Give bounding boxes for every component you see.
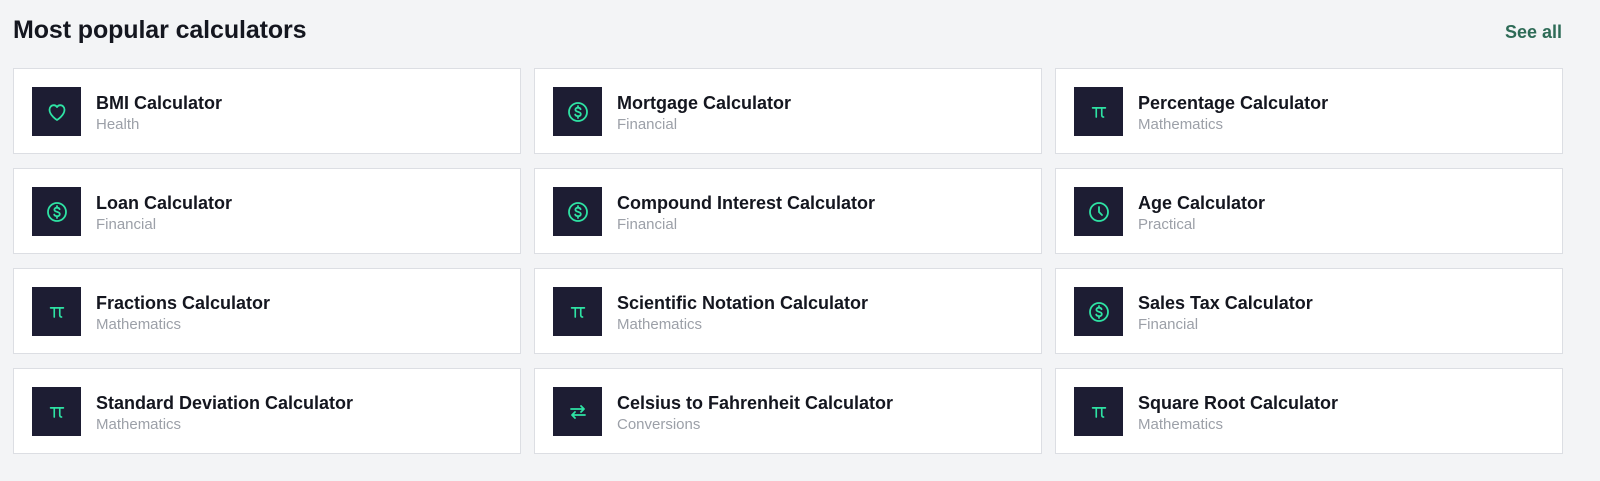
calculator-name: Sales Tax Calculator [1138, 293, 1313, 313]
calculator-icon-box [553, 187, 602, 236]
section-title: Most popular calculators [13, 16, 307, 44]
calculator-card[interactable]: Celsius to Fahrenheit Calculator Convers… [534, 368, 1042, 454]
calculator-card[interactable]: Fractions Calculator Mathematics [13, 268, 521, 354]
see-all-link[interactable]: See all [1505, 22, 1562, 43]
calculator-name: BMI Calculator [96, 93, 223, 113]
calculator-card[interactable]: Loan Calculator Financial [13, 168, 521, 254]
calculator-card[interactable]: Age Calculator Practical [1055, 168, 1563, 254]
calculator-category: Practical [1138, 216, 1196, 233]
calculator-category: Financial [617, 116, 678, 133]
calculator-icon-box [32, 87, 81, 136]
calculator-category: Financial [1138, 316, 1199, 333]
calculator-name: Standard Deviation Calculator [96, 393, 354, 413]
calculator-card[interactable]: Scientific Notation Calculator Mathemati… [534, 268, 1042, 354]
pi-icon [1088, 101, 1110, 123]
calculator-card[interactable]: Standard Deviation Calculator Mathematic… [13, 368, 521, 454]
heart-icon [45, 100, 69, 124]
pi-icon [1088, 401, 1110, 423]
calculator-category: Mathematics [96, 316, 182, 333]
calculator-icon-box [1074, 187, 1123, 236]
pi-icon [46, 301, 68, 323]
calculator-name: Celsius to Fahrenheit Calculator [617, 393, 894, 413]
calculator-icon-box [1074, 387, 1123, 436]
calculator-category: Mathematics [1138, 116, 1224, 133]
calculator-icon-box [553, 287, 602, 336]
calculator-name: Square Root Calculator [1138, 393, 1339, 413]
calculator-category: Financial [96, 216, 157, 233]
calculator-card[interactable]: Compound Interest Calculator Financial [534, 168, 1042, 254]
calculator-name: Loan Calculator [96, 193, 233, 213]
calculator-name: Percentage Calculator [1138, 93, 1329, 113]
calculator-card[interactable]: Percentage Calculator Mathematics [1055, 68, 1563, 154]
calculator-icon-box [553, 387, 602, 436]
calculator-category: Mathematics [617, 316, 703, 333]
calculator-name: Compound Interest Calculator [617, 193, 876, 213]
dollar-icon [1087, 300, 1111, 324]
calculator-card[interactable]: Square Root Calculator Mathematics [1055, 368, 1563, 454]
calculator-grid: BMI Calculator Health Mortgage Calculato… [13, 68, 1563, 454]
calculator-name: Scientific Notation Calculator [617, 293, 869, 313]
pi-icon [46, 401, 68, 423]
calculator-card[interactable]: Mortgage Calculator Financial [534, 68, 1042, 154]
calculator-icon-box [553, 87, 602, 136]
calculator-name: Fractions Calculator [96, 293, 271, 313]
calculator-icon-box [32, 387, 81, 436]
calculator-category: Mathematics [96, 416, 182, 433]
calculator-name: Mortgage Calculator [617, 93, 792, 113]
calculator-category: Mathematics [1138, 416, 1224, 433]
calculator-card[interactable]: Sales Tax Calculator Financial [1055, 268, 1563, 354]
calculator-category: Conversions [617, 416, 701, 433]
dollar-icon [566, 200, 590, 224]
calculator-card[interactable]: BMI Calculator Health [13, 68, 521, 154]
dollar-icon [45, 200, 69, 224]
calculator-category: Health [96, 116, 140, 133]
calculator-name: Age Calculator [1138, 193, 1266, 213]
calculator-icon-box [1074, 87, 1123, 136]
section-header: Most popular calculators See all [13, 14, 1562, 50]
pi-icon [567, 301, 589, 323]
calculator-icon-box [1074, 287, 1123, 336]
dollar-icon [566, 100, 590, 124]
calculator-icon-box [32, 187, 81, 236]
calculator-icon-box [32, 287, 81, 336]
swap-arrows-icon [566, 400, 590, 424]
clock-icon [1087, 200, 1111, 224]
calculator-category: Financial [617, 216, 678, 233]
